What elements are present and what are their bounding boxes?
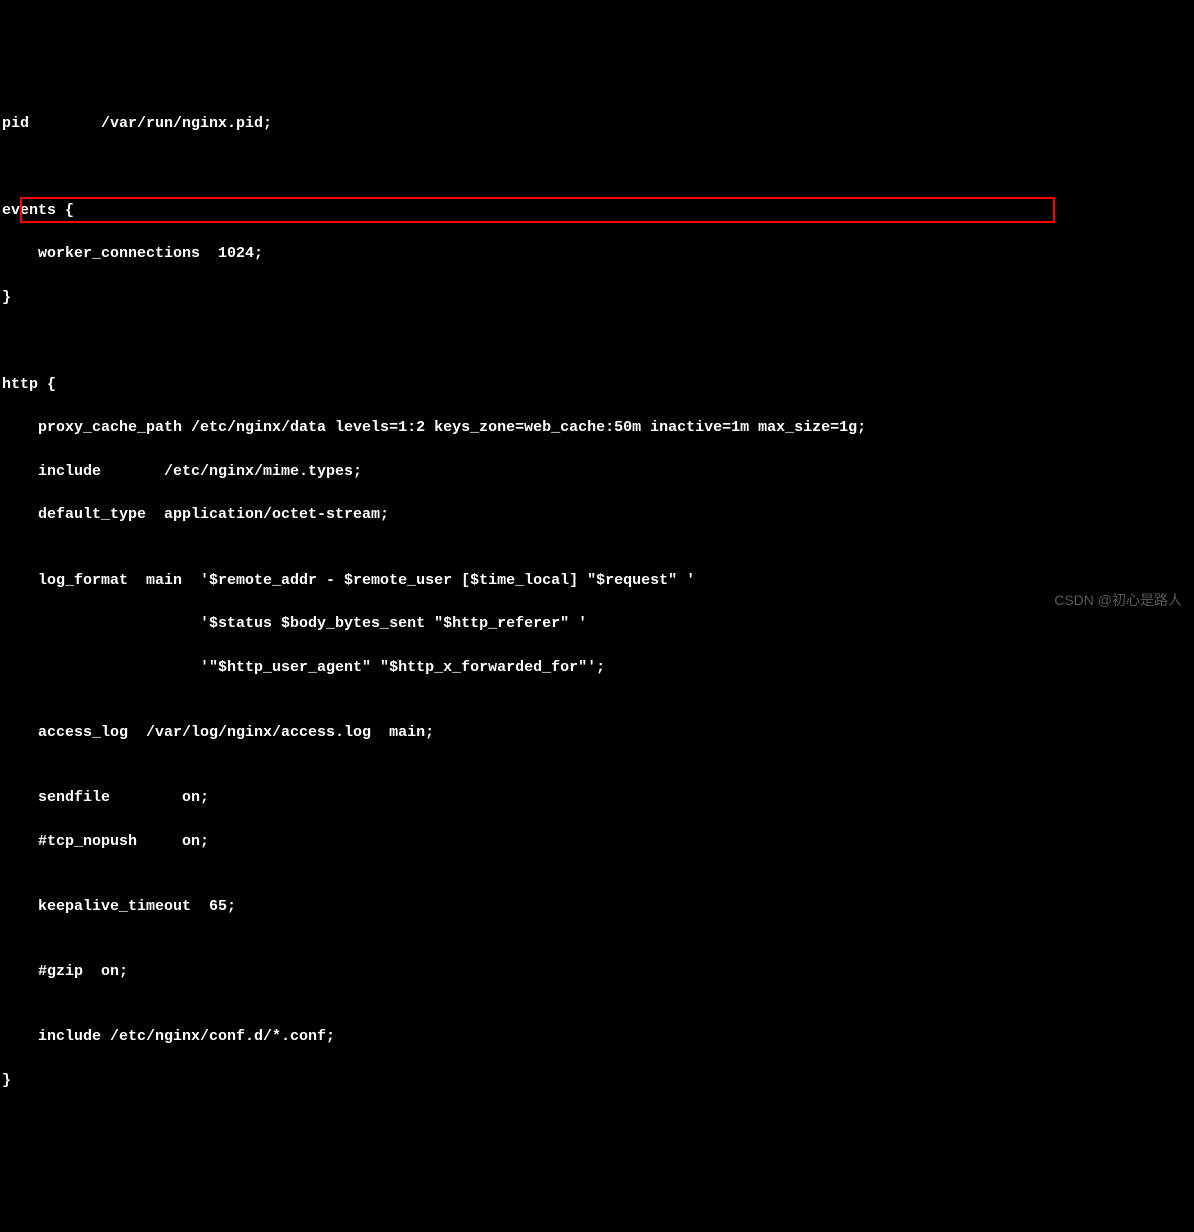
code-line: } [2, 287, 1194, 309]
code-line: worker_connections 1024; [2, 243, 1194, 265]
code-line: } [2, 1070, 1194, 1092]
code-line: '"$http_user_agent" "$http_x_forwarded_f… [2, 657, 1194, 679]
code-line-highlighted: proxy_cache_path /etc/nginx/data levels=… [2, 417, 1194, 439]
code-line: log_format main '$remote_addr - $remote_… [2, 570, 1194, 592]
code-line: '$status $body_bytes_sent "$http_referer… [2, 613, 1194, 635]
code-line: sendfile on; [2, 787, 1194, 809]
code-line: pid /var/run/nginx.pid; [2, 113, 1194, 135]
code-line: #gzip on; [2, 961, 1194, 983]
code-line: access_log /var/log/nginx/access.log mai… [2, 722, 1194, 744]
code-line: #tcp_nopush on; [2, 831, 1194, 853]
terminal-code-block: pid /var/run/nginx.pid; events { worker_… [2, 91, 1194, 1113]
code-line: http { [2, 374, 1194, 396]
code-line: include /etc/nginx/mime.types; [2, 461, 1194, 483]
watermark-text: CSDN @初心是路人 [1054, 590, 1182, 610]
code-line: include /etc/nginx/conf.d/*.conf; [2, 1026, 1194, 1048]
code-line: default_type application/octet-stream; [2, 504, 1194, 526]
code-line: events { [2, 200, 1194, 222]
code-line: keepalive_timeout 65; [2, 896, 1194, 918]
